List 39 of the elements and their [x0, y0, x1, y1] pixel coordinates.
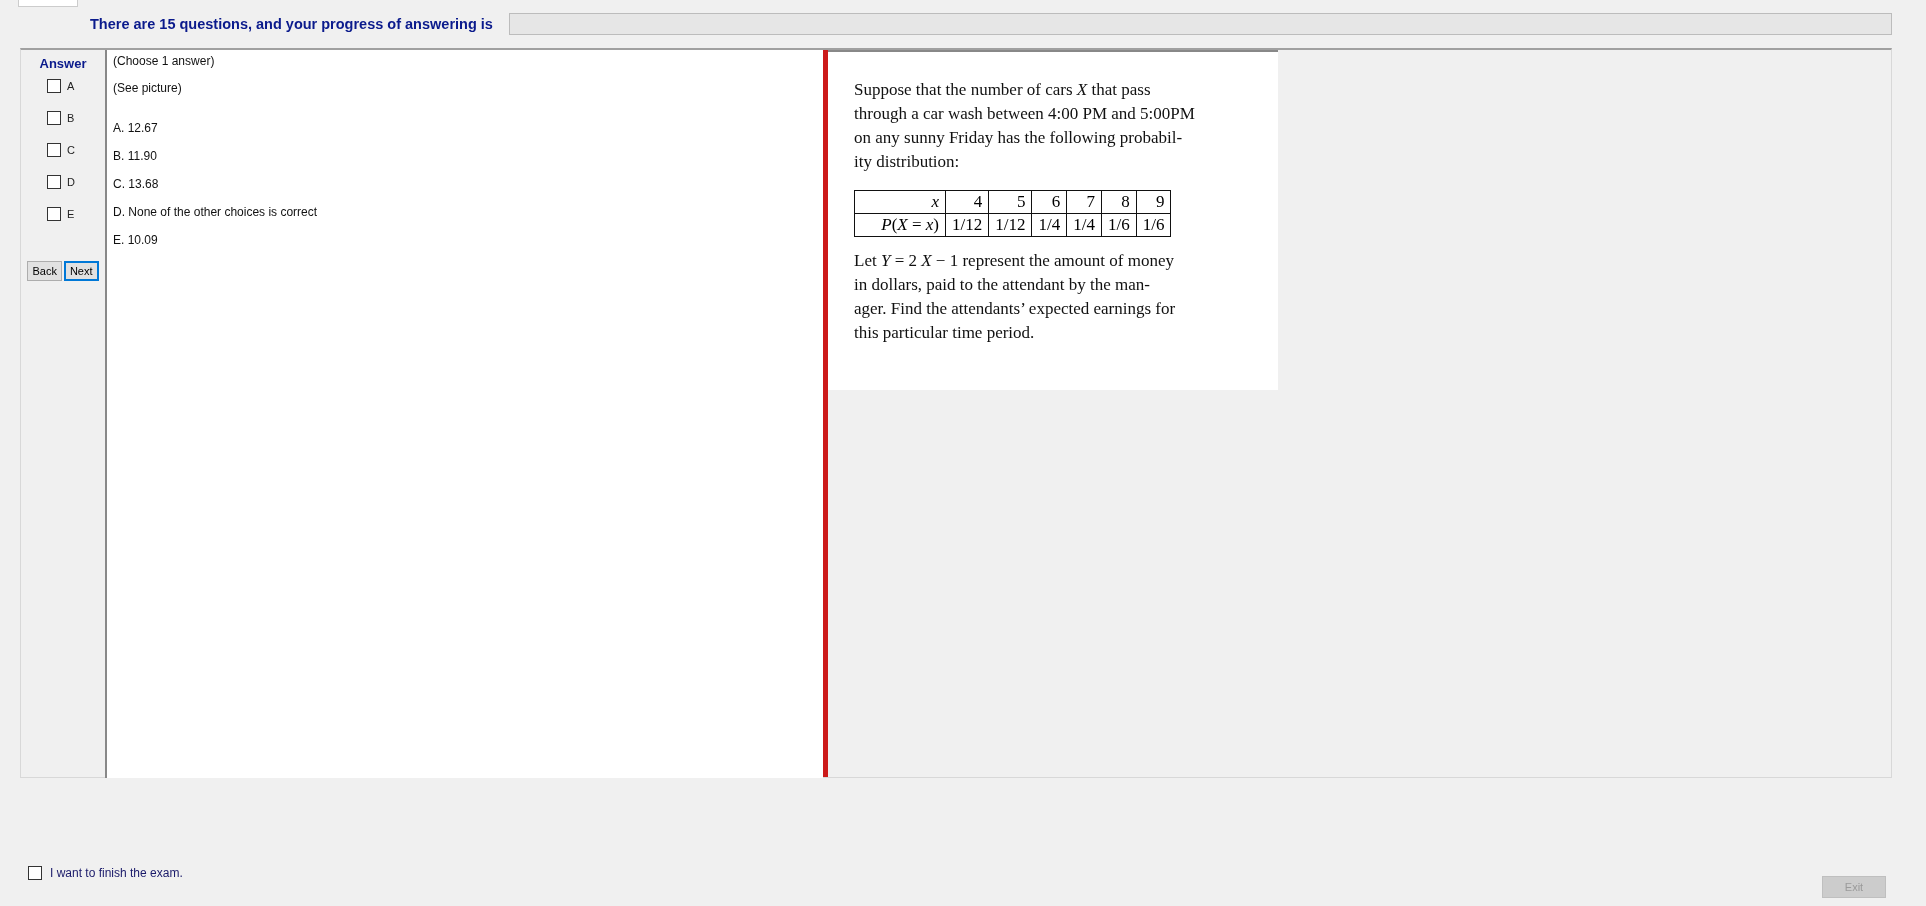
checkbox[interactable]: [47, 175, 61, 189]
table-cell: 1/6: [1136, 213, 1171, 237]
option-label: E: [67, 208, 75, 220]
checkbox[interactable]: [28, 866, 42, 880]
choice-text: E. 10.09: [113, 233, 159, 247]
problem-text: Suppose that the number of cars X that pass through a car wash between 4:00 PM and 5:00PM on any sunny Friday has the following probabil- ity distribution:: [854, 79, 1196, 173]
checkbox[interactable]: [47, 111, 61, 125]
next-button[interactable]: Next: [63, 261, 99, 281]
choice-text: D. None of the other choices is correct: [113, 205, 319, 219]
option-label: A: [67, 80, 75, 92]
question-text: (Choose 1 answer): [113, 54, 216, 68]
choice-text: A. 12.67: [113, 121, 159, 135]
choice-text: B. 11.90: [113, 149, 158, 163]
table-cell: 4: [945, 190, 989, 214]
finish-label: I want to finish the exam.: [50, 866, 183, 880]
table-cell: 1/4: [1066, 213, 1102, 237]
checkbox[interactable]: [47, 143, 61, 157]
option-label: D: [67, 176, 75, 188]
table-cell: 1/4: [1031, 213, 1067, 237]
table-cell: 1/12: [988, 213, 1032, 237]
choice-text: C. 13.68: [113, 177, 160, 191]
question-text: (See picture): [113, 81, 183, 95]
table-cell: P(X = x): [854, 213, 946, 237]
table-cell: 6: [1031, 190, 1067, 214]
table-cell: x: [854, 190, 946, 214]
checkbox[interactable]: [47, 79, 61, 93]
progress-label: There are 15 questions, and your progress of answering is: [90, 16, 493, 32]
table-cell: 9: [1136, 190, 1171, 214]
checkbox[interactable]: [47, 207, 61, 221]
answer-heading: Answer: [39, 56, 87, 71]
table-cell: 1/6: [1101, 213, 1137, 237]
option-label: C: [67, 144, 75, 156]
option-label: B: [67, 112, 75, 124]
back-button[interactable]: Back: [27, 261, 62, 281]
table-cell: 7: [1066, 190, 1102, 214]
problem-text: Let Y = 2 X − 1 represent the amount of money in dollars, paid to the attendant by the man- ager. Find the attendants’ expected earnings for this particular time period.: [854, 250, 1177, 344]
table-cell: 1/12: [945, 213, 989, 237]
table-cell: 5: [988, 190, 1032, 214]
table-cell: 8: [1101, 190, 1137, 214]
